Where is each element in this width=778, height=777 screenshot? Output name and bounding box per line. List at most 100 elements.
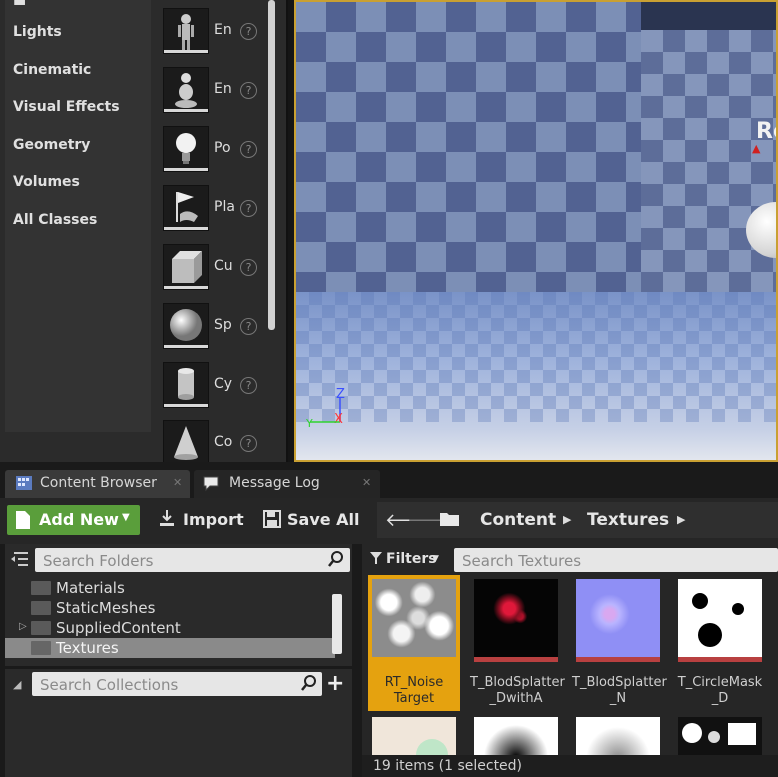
search-collections-input[interactable] [38,674,297,696]
cone-icon [163,420,209,462]
folder-icon [31,621,51,635]
asset-tile-t-circlemask-d[interactable]: T_CircleMask _D [674,575,766,711]
viewport-marker-icon: ▲ [752,142,761,155]
place-item-label: Pla [214,199,235,215]
asset-name: T_BlodSplatter _N [572,675,667,706]
help-icon[interactable]: ? [240,318,257,335]
category-geometry[interactable]: Geometry [13,137,90,153]
asset-type-bar [576,657,660,662]
place-item-label: Cy [214,376,233,392]
search-textures-box[interactable] [454,548,778,572]
place-item[interactable]: Sp ? [158,303,262,351]
tab-content-browser[interactable]: Content Browser ✕ [5,470,190,498]
category-visual-effects[interactable]: Visual Effects [13,99,120,115]
help-icon[interactable]: ? [240,259,257,276]
category-all-classes[interactable]: All Classes [13,212,97,228]
help-icon[interactable]: ? [240,377,257,394]
asset-tile-t-blodsplatter-dwitha[interactable]: T_BlodSplatter _DwithA [470,575,565,711]
place-item[interactable]: Cy ? [158,362,262,410]
place-item[interactable]: Po ? [158,126,262,174]
viewport-floor-grid [296,292,776,422]
place-item-list: En ? En ? Po ? Pla ? Cu ? Sp ? Cy ? Co ? [158,0,266,462]
help-icon[interactable]: ? [240,82,257,99]
breadcrumb-content[interactable]: Content [480,510,556,530]
import-button[interactable]: Import [158,505,248,535]
help-icon[interactable]: ? [240,141,257,158]
item-count-text: 19 items (1 selected) [373,758,523,774]
filters-button[interactable]: Filters ▼ [366,548,448,572]
cylinder-icon [163,362,209,408]
search-icon [327,550,345,572]
folder-scrollbar[interactable] [332,594,342,654]
folder-item-materials[interactable]: Materials [5,578,335,598]
tab-label: Message Log [229,475,320,491]
place-categories: ▬ Lights Cinematic Visual Effects Geomet… [5,0,151,432]
add-collection-icon[interactable]: + [326,671,344,696]
help-icon[interactable]: ? [240,23,257,40]
category-lights[interactable]: Lights [13,24,62,40]
folder-label: Textures [56,639,119,657]
asset-name: RT_Noise Target [384,675,444,706]
place-item[interactable]: Co ? [158,420,262,462]
level-viewport[interactable]: Ro ▲ Z X Y [294,0,778,462]
asset-name: T_CircleMask _D [677,675,763,706]
asset-thumbnail-partial[interactable] [372,717,456,771]
asset-thumbnail-partial[interactable] [576,717,660,777]
path-bar: 🡐 🡒 Content ▶ Textures ▶ [377,502,778,538]
folder-label: StaticMeshes [56,599,156,617]
place-item[interactable]: En ? [158,67,262,115]
place-item[interactable]: Pla ? [158,185,262,233]
category-basic-partial[interactable]: ▬ [13,0,26,10]
player-start-icon [163,185,209,231]
point-light-icon [163,126,209,172]
search-icon [300,674,318,696]
folder-item-suppliedcontent[interactable]: ▷ SuppliedContent [5,618,335,638]
search-folders-box[interactable] [35,548,350,572]
category-volumes[interactable]: Volumes [13,174,80,190]
viewport-text-actor[interactable]: Ro [756,119,776,144]
content-browser-icon [15,474,33,496]
add-new-button[interactable]: Add New ▼ [7,505,140,535]
search-collections-box[interactable] [32,672,322,696]
circle-mask-thumbnail [678,579,762,657]
save-all-label: Save All [287,510,360,529]
import-label: Import [183,510,244,529]
place-item-label: Co [214,434,233,450]
new-file-icon [15,510,31,534]
sphere-icon [163,303,209,349]
place-item[interactable]: En ? [158,8,262,56]
place-item[interactable]: Cu ? [158,244,262,292]
asset-tile-rt-noise-target[interactable]: RT_Noise Target [368,575,460,711]
asset-thumbnail-partial[interactable] [678,717,762,755]
place-panel-scrollbar[interactable] [268,0,275,330]
folder-label: Materials [56,579,125,597]
breadcrumb-textures[interactable]: Textures [587,510,669,530]
tab-label: Content Browser [40,475,157,491]
tab-message-log[interactable]: Message Log ✕ [194,470,380,498]
chevron-right-icon[interactable]: ▶ [677,513,685,526]
place-item-label: Cu [214,258,233,274]
folder-icon [31,601,51,615]
chevron-right-icon[interactable]: ▶ [563,513,571,526]
folder-label: SuppliedContent [56,619,181,637]
search-folders-input[interactable] [41,550,325,572]
folder-tree-toggle-icon[interactable] [10,550,30,572]
save-all-button[interactable]: Save All [263,505,363,535]
collapse-arrow-icon[interactable]: ◢ [13,678,21,691]
expand-arrow-icon[interactable]: ▷ [19,621,27,632]
help-icon[interactable]: ? [240,200,257,217]
close-tab-icon[interactable]: ✕ [173,476,182,489]
asset-thumbnail-partial[interactable] [474,717,558,777]
asset-name: T_BlodSplatter _DwithA [470,675,565,706]
close-tab-icon[interactable]: ✕ [362,476,371,489]
asset-tile-t-blodsplatter-n[interactable]: T_BlodSplatter _N [572,575,667,711]
category-cinematic[interactable]: Cinematic [13,62,91,78]
help-icon[interactable]: ? [240,435,257,452]
search-textures-input[interactable] [460,550,774,572]
filters-label: Filters [386,551,437,567]
folder-item-staticmeshes[interactable]: StaticMeshes [5,598,335,618]
folder-item-textures[interactable]: Textures [5,638,335,658]
status-bar: 19 items (1 selected) [362,755,778,777]
blood-splatter-thumbnail [474,579,558,657]
message-log-icon [202,474,220,496]
